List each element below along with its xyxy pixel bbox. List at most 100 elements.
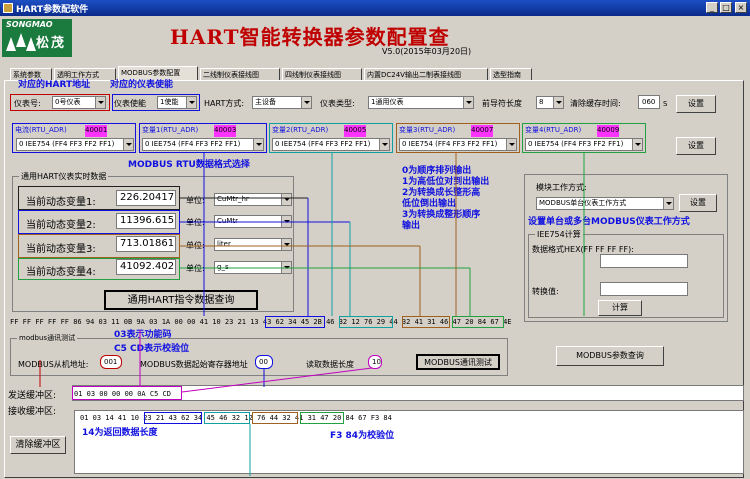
var1-name: 当前动态变量1: [26, 197, 96, 208]
chevron-down-icon [253, 139, 263, 150]
title-bar: HART参数配软件 _ □ × [0, 0, 750, 16]
var1-unit-label: 单位: [186, 196, 205, 205]
close-button[interactable]: × [735, 2, 747, 13]
chevron-down-icon [506, 139, 516, 150]
var4-name: 当前动态变量4: [26, 267, 96, 278]
tree-icon [26, 37, 36, 51]
recv-highlight-var3 [252, 412, 298, 424]
chevron-down-icon [379, 139, 389, 150]
read-length-input[interactable]: 10 [368, 355, 382, 369]
clear-time-unit: S [663, 100, 668, 108]
clear-buffer-button[interactable]: 清除缓冲区 [10, 436, 66, 454]
window-title: HART参数配软件 [16, 5, 89, 15]
var3-name: 当前动态变量3: [26, 244, 96, 255]
tree-icon [6, 37, 16, 51]
chevron-down-icon [632, 139, 642, 150]
tab-selection-guide[interactable]: 选型指南 [490, 68, 532, 80]
convert-value-output [600, 282, 688, 296]
clear-time-input[interactable]: 060 [638, 95, 660, 109]
meter-no-label: 仪表号: [14, 99, 41, 108]
hart-mode-select[interactable]: 主设备 [252, 96, 312, 109]
var4-unit-select[interactable]: g_s [214, 261, 292, 274]
var4-unit-label: 单位: [186, 264, 205, 273]
var1-unit-select[interactable]: CuMtr_hr [214, 193, 292, 206]
iee754-legend: IEE754计算 [535, 229, 583, 240]
module-mode-select[interactable]: MODBUS单台仪表工作方式 [536, 197, 674, 210]
app-icon [3, 3, 13, 13]
tab-two-wire-diagram[interactable]: 二线制仪表接线图 [200, 68, 280, 80]
var3-value: 713.01861 [116, 236, 176, 252]
var3-format-select[interactable]: 0 IEE754 (FF4 FF3 FF2 FF1) [399, 138, 517, 151]
chevron-down-icon [281, 239, 291, 250]
meter-enable-select[interactable]: 1使能 [157, 96, 197, 109]
hex-highlight-var3 [402, 316, 450, 328]
chevron-down-icon [301, 97, 311, 108]
var4-value: 41092.402 [116, 259, 176, 275]
hex-input[interactable] [600, 254, 688, 268]
annotation-meter-enable: 对应的仪表使能 [110, 80, 174, 90]
modbus-comm-legend: modbus通讯测试 [17, 333, 78, 343]
logo-brand: SONGMAO [6, 20, 53, 29]
var2-unit-label: 单位: [186, 218, 205, 227]
tab-four-wire-diagram[interactable]: 四线制仪表接线图 [282, 68, 362, 80]
var-current-format-select[interactable]: 0 IEE754 (FF4 FF3 FF2 FF1) [16, 138, 134, 151]
minimize-button[interactable]: _ [706, 2, 718, 13]
var1-format-select[interactable]: 0 IEE754 (FF4 FF3 FF2 FF1) [142, 138, 264, 151]
chevron-down-icon [281, 194, 291, 205]
chevron-down-icon [281, 216, 291, 227]
module-set-button[interactable]: 设置 [679, 194, 717, 212]
var2-unit-select[interactable]: CuMtr [214, 215, 292, 228]
meter-type-select[interactable]: 1通用仪表 [368, 96, 474, 109]
chevron-down-icon [95, 97, 105, 108]
tab-dc24v-diagram[interactable]: 内置DC24V输出二制表接线图 [364, 68, 488, 80]
start-register-input[interactable]: 00 [255, 355, 273, 369]
convert-value-label: 转换值: [532, 287, 559, 296]
recv-highlight-var2 [204, 412, 250, 424]
hex-highlight-var4 [452, 316, 504, 328]
send-buffer-highlight [72, 386, 182, 400]
chevron-down-icon [186, 97, 196, 108]
meter-enable-label: 仪表使能 [114, 99, 146, 108]
meter-no-select[interactable]: 0号仪表 [52, 96, 106, 109]
row1-set-button[interactable]: 设置 [676, 95, 716, 113]
annotation-return-length: 14为返回数据长度 [82, 428, 158, 438]
preamble-label: 前导符长度 [482, 99, 522, 108]
recv-buffer-label: 接收缓冲区: [8, 407, 57, 417]
var2-adr: 40005 [344, 125, 367, 137]
var3-label: 变量3(RTU_ADR) [399, 126, 456, 134]
hart-query-button[interactable]: 通用HART指令数据查询 [104, 290, 258, 310]
var4-label: 变量4(RTU_ADR) [525, 126, 582, 134]
calc-button[interactable]: 计算 [598, 300, 642, 316]
read-length-label: 读取数据长度 [306, 360, 354, 369]
chevron-down-icon [663, 198, 673, 209]
var3-unit-select[interactable]: liter [214, 238, 292, 251]
module-mode-label: 模块工作方式: [536, 183, 587, 192]
realtime-legend: 通用HART仪表实时数据 [19, 171, 109, 182]
var3-unit-label: 单位: [186, 241, 205, 250]
clear-time-label: 清除缓存时间: [570, 99, 621, 108]
var1-label: 变量1(RTU_ADR) [142, 126, 199, 134]
modbus-query-button[interactable]: MODBUS参数查询 [556, 346, 664, 366]
row2-set-button[interactable]: 设置 [676, 137, 716, 155]
logo-cn: 松茂 [36, 36, 67, 51]
var2-value: 11396.615 [116, 213, 176, 229]
start-register-label: MODBUS数据起始寄存器地址 [140, 360, 248, 369]
maximize-button[interactable]: □ [720, 2, 732, 13]
hex-highlight-var1 [265, 316, 325, 328]
annotation-f3-crc: F3 84为校验位 [330, 431, 395, 441]
modbus-test-button[interactable]: MODBUS通讯测试 [416, 354, 500, 370]
meter-type-label: 仪表类型: [320, 99, 355, 108]
send-buffer-label: 发送缓冲区: [8, 391, 57, 401]
var4-adr: 40009 [597, 125, 620, 137]
annotation-crc: C5 CD表示校验位 [114, 344, 190, 354]
slave-address-input[interactable]: 001 [100, 355, 122, 369]
chevron-down-icon [123, 139, 133, 150]
recv-highlight-var4 [300, 412, 344, 424]
var2-format-select[interactable]: 0 IEE754 (FF4 FF3 FF2 FF1) [272, 138, 390, 151]
var1-value: 226.20417 [116, 190, 176, 206]
var4-format-select[interactable]: 0 IEE754 (FF4 FF3 FF2 FF1) [525, 138, 643, 151]
var2-label: 变量2(RTU_ADR) [272, 126, 329, 134]
var3-adr: 40007 [471, 125, 494, 137]
preamble-select[interactable]: 8 [536, 96, 564, 109]
recv-highlight-var1 [144, 412, 202, 424]
